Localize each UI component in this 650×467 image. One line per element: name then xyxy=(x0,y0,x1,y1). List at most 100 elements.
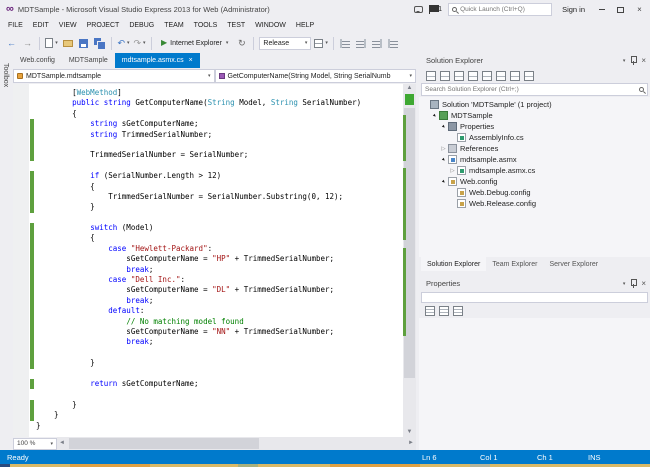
start-debugging-button[interactable]: ▶ Internet Explorer ▾ xyxy=(157,35,232,51)
scroll-left-icon[interactable]: ◄ xyxy=(57,437,67,450)
scroll-down-icon[interactable]: ▼ xyxy=(403,428,416,437)
tree-item-web-release-config[interactable]: Web.Release.config xyxy=(419,198,650,209)
sign-in-link[interactable]: Sign in xyxy=(562,5,585,14)
save-all-button[interactable] xyxy=(93,35,106,51)
tree-item-references[interactable]: ▷References xyxy=(419,143,650,154)
scroll-right-icon[interactable]: ► xyxy=(406,437,416,450)
menu-item-window[interactable]: WINDOW xyxy=(250,19,291,33)
scroll-up-icon[interactable]: ▲ xyxy=(403,84,416,93)
change-bar-gutter xyxy=(30,88,34,431)
close-button[interactable]: × xyxy=(633,3,646,16)
menu-item-team[interactable]: TEAM xyxy=(159,19,188,33)
show-all-files-icon[interactable] xyxy=(482,71,492,81)
expanded-arrow-icon[interactable]: ▸ xyxy=(439,155,448,164)
new-file-button[interactable]: ▾ xyxy=(45,35,58,51)
view-code-icon[interactable] xyxy=(510,71,520,81)
properties-icon[interactable] xyxy=(524,71,534,81)
collapsed-arrow-icon[interactable]: ▷ xyxy=(449,168,456,174)
panel-tab-team-explorer[interactable]: Team Explorer xyxy=(486,257,543,271)
expanded-arrow-icon[interactable]: ▸ xyxy=(439,177,448,186)
menu-item-project[interactable]: PROJECT xyxy=(82,19,125,33)
alphabetical-icon[interactable] xyxy=(439,306,449,316)
panel-tab-solution-explorer[interactable]: Solution Explorer xyxy=(421,257,486,271)
properties-header[interactable]: Properties ▾ × xyxy=(419,276,650,291)
window-position-icon[interactable]: ▾ xyxy=(623,58,626,64)
change-bar xyxy=(30,285,34,295)
zoom-dropdown[interactable]: 100 % ▾ xyxy=(13,438,57,450)
categorized-icon[interactable] xyxy=(425,306,435,316)
collapsed-arrow-icon[interactable]: ▷ xyxy=(440,146,447,152)
solution-search-box[interactable] xyxy=(421,83,648,96)
horizontal-scroll-thumb[interactable] xyxy=(69,438,259,449)
window-position-icon[interactable]: ▾ xyxy=(623,281,626,287)
switch-views-icon[interactable] xyxy=(440,71,450,81)
tree-item-mdtsample-asmx-cs[interactable]: ▷mdtsample.asmx.cs xyxy=(419,165,650,176)
maximize-button[interactable] xyxy=(614,3,627,16)
change-bar xyxy=(30,265,34,275)
panel-tab-server-explorer[interactable]: Server Explorer xyxy=(543,257,604,271)
home-icon[interactable] xyxy=(426,71,436,81)
code-editor[interactable]: [WebMethod] public string GetComputerNam… xyxy=(13,84,416,437)
menu-item-debug[interactable]: DEBUG xyxy=(124,19,159,33)
close-icon[interactable]: × xyxy=(641,57,646,65)
expanded-arrow-icon[interactable]: ▸ xyxy=(439,122,448,131)
refresh-icon[interactable] xyxy=(496,71,506,81)
properties-object-dropdown[interactable] xyxy=(421,292,648,303)
close-icon[interactable]: × xyxy=(641,280,646,288)
tab-web-config[interactable]: Web.config xyxy=(13,53,62,68)
increase-indent-button[interactable] xyxy=(387,35,400,51)
menu-item-file[interactable]: FILE xyxy=(3,19,28,33)
decrease-indent-button[interactable] xyxy=(371,35,384,51)
menu-item-edit[interactable]: EDIT xyxy=(28,19,54,33)
comment-button[interactable] xyxy=(339,35,352,51)
menu-item-tools[interactable]: TOOLS xyxy=(189,19,223,33)
minimize-button[interactable] xyxy=(595,3,608,16)
solution-search-input[interactable] xyxy=(425,86,639,93)
undo-button[interactable]: ↶▾ xyxy=(117,35,130,51)
find-in-files-button[interactable]: ▾ xyxy=(314,35,328,51)
tree-item-properties[interactable]: ▸Properties xyxy=(419,121,650,132)
chevron-down-icon: ▾ xyxy=(50,441,53,447)
horizontal-scrollbar[interactable]: ◄ ► xyxy=(57,437,416,450)
pending-changes-filter-icon[interactable] xyxy=(454,71,464,81)
expanded-arrow-icon[interactable]: ▸ xyxy=(430,111,439,120)
collapse-all-icon[interactable] xyxy=(468,71,478,81)
tree-item-web-debug-config[interactable]: Web.Debug.config xyxy=(419,187,650,198)
tree-item-assemblyinfo-cs[interactable]: AssemblyInfo.cs xyxy=(419,132,650,143)
navigate-back-button[interactable]: ← xyxy=(5,35,18,51)
tree-item-mdtsample-asmx[interactable]: ▸mdtsample.asmx xyxy=(419,154,650,165)
property-pages-icon[interactable] xyxy=(453,306,463,316)
solution-explorer-header[interactable]: Solution Explorer ▾ × xyxy=(419,53,650,68)
properties-grid[interactable] xyxy=(419,318,650,450)
pin-icon[interactable] xyxy=(630,279,636,288)
breakpoint-margin[interactable] xyxy=(13,84,29,437)
refresh-button[interactable]: ↻ xyxy=(235,35,248,51)
menu-item-view[interactable]: VIEW xyxy=(54,19,82,33)
navigate-forward-button[interactable]: → xyxy=(21,35,34,51)
toolbox-tab[interactable]: Toolbox xyxy=(0,53,13,450)
save-button[interactable] xyxy=(77,35,90,51)
configuration-dropdown[interactable]: Release ▾ xyxy=(259,37,311,50)
tab-mdtsample-asmx-cs[interactable]: mdtsample.asmx.cs× xyxy=(115,53,200,68)
change-overview-mark xyxy=(403,168,406,240)
menu-item-test[interactable]: TEST xyxy=(222,19,250,33)
notifications-flag[interactable]: 1 xyxy=(429,5,442,14)
tree-item-web-config[interactable]: ▸Web.config xyxy=(419,176,650,187)
type-dropdown[interactable]: MDTSample.mdtsample ▾ xyxy=(13,69,215,83)
uncomment-button[interactable] xyxy=(355,35,368,51)
quick-launch-input[interactable] xyxy=(460,6,548,13)
menu-item-help[interactable]: HELP xyxy=(291,19,319,33)
vertical-scrollbar[interactable]: ▲ ▼ xyxy=(403,84,416,437)
toolbar-separator xyxy=(333,37,334,50)
tab-mdtsample[interactable]: MDTSample xyxy=(62,53,115,68)
member-dropdown[interactable]: GetComputerName(String Model, String Ser… xyxy=(215,69,417,83)
open-file-button[interactable] xyxy=(61,35,74,51)
redo-button[interactable]: ↷▾ xyxy=(133,35,146,51)
pin-icon[interactable] xyxy=(630,56,636,65)
tree-item-mdtsample[interactable]: ▸MDTSample xyxy=(419,110,650,121)
quick-launch-box[interactable] xyxy=(448,3,552,16)
tab-close-icon[interactable]: × xyxy=(189,57,193,64)
tree-item-solution-mdtsample-1-project[interactable]: Solution 'MDTSample' (1 project) xyxy=(419,99,650,110)
feedback-icon[interactable] xyxy=(414,6,423,13)
change-bar-spacer xyxy=(30,213,34,223)
